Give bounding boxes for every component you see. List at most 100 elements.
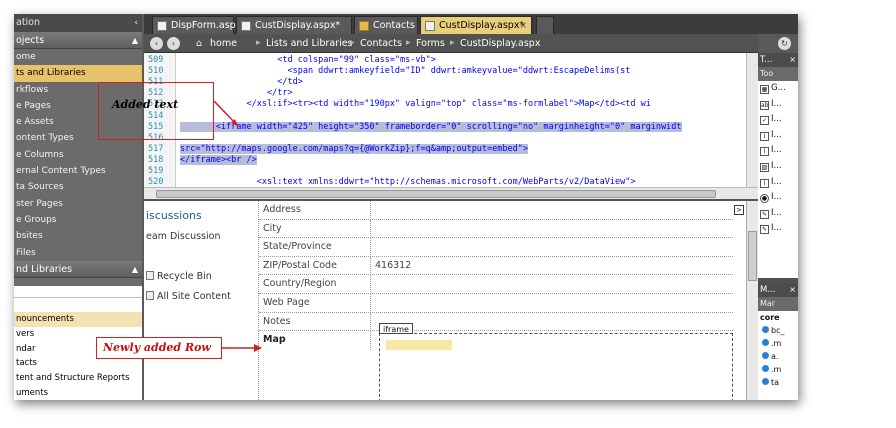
breadcrumb-separator-icon: ▸ <box>406 38 411 48</box>
style-tree-item[interactable]: .m <box>758 337 798 350</box>
style-dot-icon <box>762 365 769 372</box>
chevron-up-icon[interactable]: ▲ <box>132 261 138 278</box>
nav-item[interactable]: e Columns <box>14 147 142 163</box>
code-line[interactable]: </xsl:if><tr><td width="190px" valign="t… <box>180 99 651 109</box>
list-item[interactable]: uments <box>14 386 142 400</box>
style-tree-label: a. <box>771 352 779 361</box>
form-row: Notes <box>259 312 733 332</box>
iframe-tag[interactable]: iframe <box>379 323 413 334</box>
nav-item[interactable]: ernal Content Types <box>14 163 142 179</box>
document-tab[interactable]: DispForm.aspx <box>152 16 241 34</box>
new-tab-button[interactable] <box>536 16 554 34</box>
design-vertical-scrollbar[interactable] <box>746 201 758 400</box>
style-tree-item[interactable]: bc_ <box>758 324 798 337</box>
close-icon[interactable]: × <box>519 17 527 35</box>
toolbox-item[interactable]: I I... <box>758 143 798 159</box>
lists-libraries-header[interactable]: nd Libraries ▲ <box>14 260 142 278</box>
close-icon[interactable]: × <box>789 283 796 297</box>
line-number: 509 <box>148 55 164 65</box>
code-line[interactable]: </iframe><br /> <box>180 154 257 165</box>
code-text: <iframe width="425" height="350" framebo… <box>215 121 682 132</box>
code-line[interactable]: <span ddwrt:amkeyfield="ID" ddwrt:amkeyv… <box>180 66 630 76</box>
field-label: City <box>263 219 371 239</box>
toolbox-item[interactable]: ✎ I... <box>758 206 798 222</box>
refresh-icon[interactable]: ↻ <box>778 37 791 50</box>
list-item[interactable]: tent and Structure Reports <box>14 371 142 386</box>
list-item[interactable]: nouncements <box>14 312 142 327</box>
navigation-header: ation ‹ <box>14 14 142 32</box>
nav-item[interactable]: e Groups <box>14 212 142 228</box>
chevron-right-icon[interactable]: > <box>734 205 744 215</box>
all-site-content-link[interactable]: All Site Content <box>146 291 231 302</box>
close-icon[interactable]: × <box>789 53 796 67</box>
breadcrumb-item[interactable]: Contacts <box>360 34 402 53</box>
breadcrumb-item[interactable]: home <box>210 34 237 53</box>
recycle-bin-link[interactable]: Recycle Bin <box>146 271 212 282</box>
field-label: Notes <box>263 312 371 332</box>
breadcrumb-item[interactable]: Forms <box>416 34 445 53</box>
design-view[interactable]: iscussions eam Discussion Recycle Bin Al… <box>144 199 758 400</box>
forward-button[interactable]: › <box>167 37 180 50</box>
site-objects-header[interactable]: ojects ▲ <box>14 32 142 49</box>
scrollbar-thumb[interactable] <box>748 231 757 281</box>
nav-item[interactable]: ster Pages <box>14 196 142 212</box>
style-tree-item[interactable]: .m <box>758 363 798 376</box>
breadcrumb-separator-icon: ▸ <box>350 38 355 48</box>
breadcrumb-item[interactable]: CustDisplay.aspx <box>460 34 540 53</box>
collapse-pane-icon[interactable]: ‹ <box>134 14 138 32</box>
map-iframe-placeholder[interactable] <box>379 333 733 400</box>
nav-item[interactable]: ome <box>14 49 142 65</box>
code-vertical-scrollbar[interactable] <box>746 53 758 187</box>
scrollbar-thumb[interactable] <box>156 190 716 198</box>
style-tree-item[interactable]: ta <box>758 376 798 389</box>
chevron-up-icon[interactable]: ▲ <box>132 32 138 49</box>
code-view[interactable]: 509 510 511 512 513 514 515 516 517 518 519 520 <td… <box>144 53 758 199</box>
page-icon <box>425 21 435 31</box>
discussions-link[interactable]: iscussions <box>146 209 202 222</box>
toolbox-item[interactable]: I I... <box>758 175 798 191</box>
breadcrumb: ‹ › ⌂ home ▸ Lists and Libraries ▸ Contacts ▸ F… <box>144 34 791 53</box>
toolbox-item-label: I... <box>771 129 782 140</box>
list-filter-input[interactable] <box>14 286 142 298</box>
code-line[interactable]: <xsl:text xmlns:ddwrt="http://schemas.mi… <box>180 177 636 187</box>
style-dot-icon <box>762 326 769 333</box>
navigation-title: ation <box>16 17 41 28</box>
document-tab[interactable]: CustDisplay.aspx* × <box>420 16 532 34</box>
style-tree-item[interactable]: core <box>758 311 798 324</box>
screenshot-stage: ation ‹ ojects ▲ ome ts and Libraries rkfl… <box>0 0 896 428</box>
back-button[interactable]: ‹ <box>150 37 163 50</box>
nav-item[interactable]: ta Sources <box>14 179 142 195</box>
toolbox-item[interactable]: I I... <box>758 128 798 144</box>
team-discussion-link[interactable]: eam Discussion <box>146 231 220 242</box>
tab-label: Contacts <box>373 20 415 31</box>
field-label: Web Page <box>263 294 371 313</box>
line-number: 520 <box>148 177 164 188</box>
document-tab[interactable]: CustDisplay.aspx* <box>236 16 352 34</box>
nav-item[interactable]: ts and Libraries <box>14 65 142 82</box>
added-text-callout <box>98 82 214 140</box>
nav-item[interactable]: Files <box>14 245 142 261</box>
code-line[interactable]: src="http://maps.google.com/maps?q={@Wor… <box>180 143 528 154</box>
document-tab[interactable]: Contacts <box>354 16 418 34</box>
style-tree-item[interactable]: a. <box>758 350 798 363</box>
code-line[interactable]: <iframe width="425" height="350" framebo… <box>180 121 682 132</box>
toolbox-item[interactable]: ✓ I... <box>758 112 798 128</box>
toolbox-item[interactable]: ✎ I... <box>758 221 798 237</box>
manage-header: M... × <box>758 283 798 297</box>
home-icon: ⌂ <box>196 38 203 49</box>
breadcrumb-item[interactable]: Lists and Libraries <box>266 34 353 53</box>
nav-item[interactable]: bsites <box>14 228 142 244</box>
all-site-content-label: All Site Content <box>157 291 231 302</box>
toolbox-item[interactable]: ● I... <box>758 190 798 206</box>
code-text: <span ddwrt:amkeyfield="ID" ddwrt:amkeyv… <box>287 66 631 77</box>
toolbox-item[interactable]: ab I... <box>758 97 798 113</box>
code-horizontal-scrollbar[interactable] <box>144 187 758 199</box>
toolbox-item[interactable]: ▦ G... <box>758 81 798 97</box>
toolbox-item[interactable]: ▧ I... <box>758 159 798 175</box>
added-text-label: Added text <box>112 98 179 111</box>
code-text: src="http://maps.google.com/maps?q={@Wor… <box>180 143 528 154</box>
toolbox-item-label: I... <box>771 176 782 187</box>
code-line[interactable]: <td colspan="99" class="ms-vb"> <box>180 55 436 65</box>
recycle-bin-label: Recycle Bin <box>157 271 212 282</box>
